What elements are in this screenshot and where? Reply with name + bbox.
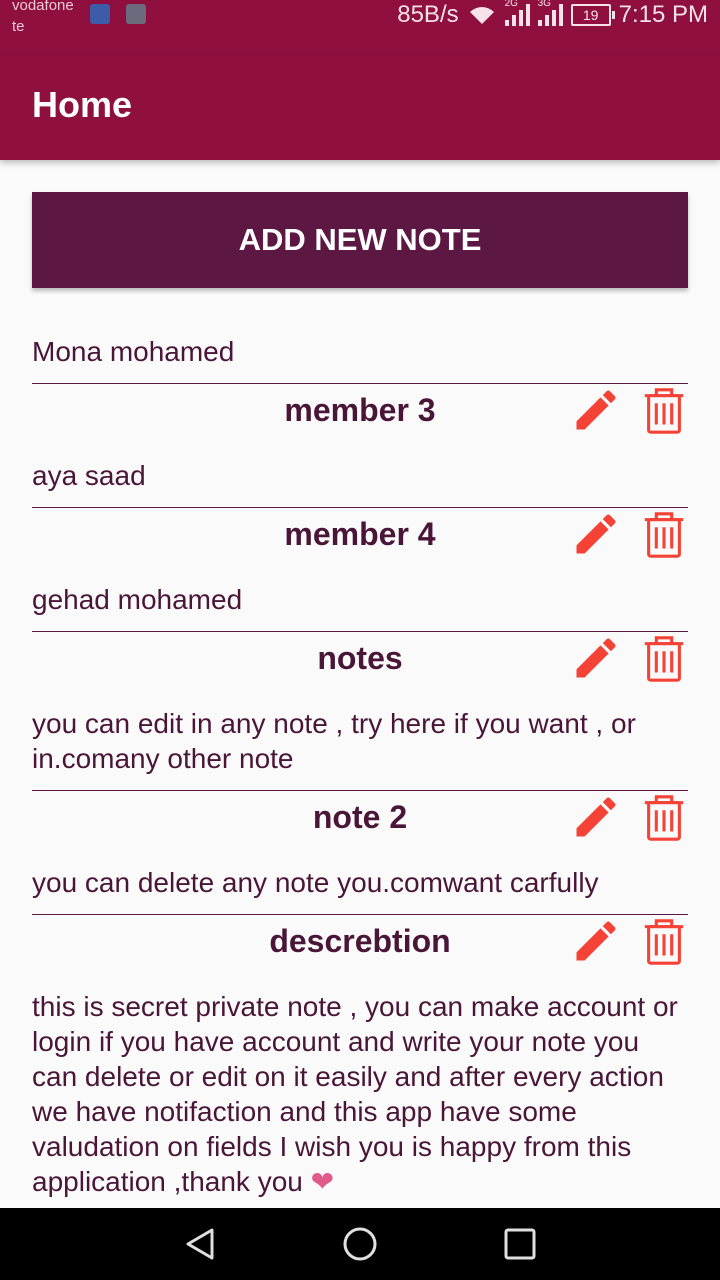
recents-icon[interactable] xyxy=(502,1226,538,1262)
trash-icon[interactable] xyxy=(640,634,688,684)
note-header: member 3 xyxy=(32,384,688,442)
status-bar: vodafone te 85B/s 2G 3G 19 7:15 PM xyxy=(0,0,720,56)
time: 7:15 PM xyxy=(618,1,708,28)
usb-icon xyxy=(90,4,110,24)
trash-icon[interactable] xyxy=(640,386,688,436)
image-notification-icon xyxy=(126,4,146,24)
home-icon[interactable] xyxy=(342,1226,378,1262)
battery-icon: 19 xyxy=(570,4,615,26)
note-body: aya saad xyxy=(32,442,688,508)
notes-list: Mona mohamed member 3 aya saad member 4 … xyxy=(32,318,688,1214)
pencil-icon[interactable] xyxy=(570,508,622,560)
system-nav-bar xyxy=(0,1208,720,1280)
trash-icon[interactable] xyxy=(640,793,688,843)
network-speed: 85B/s xyxy=(397,1,459,28)
note-header: note 2 xyxy=(32,791,688,849)
status-right: 85B/s 2G 3G 19 7:15 PM xyxy=(397,0,708,30)
note-header: member 4 xyxy=(32,508,688,566)
page-title: Home xyxy=(32,84,133,125)
note-body: Mona mohamed xyxy=(32,318,688,384)
note-header: notes xyxy=(32,632,688,690)
note-body: you can edit in any note , try here if y… xyxy=(32,690,688,791)
pencil-icon[interactable] xyxy=(570,915,622,967)
note-body: gehad mohamed xyxy=(32,566,688,632)
trash-icon[interactable] xyxy=(640,917,688,967)
app-bar: Home xyxy=(0,56,720,160)
wifi-icon xyxy=(469,7,494,24)
pencil-icon[interactable] xyxy=(570,632,622,684)
back-icon[interactable] xyxy=(182,1226,218,1262)
add-new-note-button[interactable]: ADD NEW NOTE xyxy=(32,192,688,288)
pencil-icon[interactable] xyxy=(570,791,622,843)
note-body-text: this is secret private note , you can ma… xyxy=(32,991,678,1197)
pencil-icon[interactable] xyxy=(570,384,622,436)
heart-icon: ❤ xyxy=(310,1166,335,1197)
note-body: you can delete any note you.comwant carf… xyxy=(32,849,688,915)
note-body: this is secret private note , you can ma… xyxy=(32,973,688,1214)
note-header: descrebtion xyxy=(32,915,688,973)
carrier-name: vodafone te xyxy=(12,0,74,35)
trash-icon[interactable] xyxy=(640,510,688,560)
signal-2g: 2G xyxy=(504,0,530,26)
signal-3g: 3G xyxy=(537,0,563,26)
